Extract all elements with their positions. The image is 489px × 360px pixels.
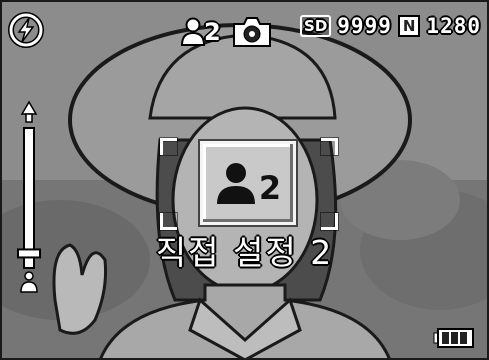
scene-mode-number: 2: [204, 18, 221, 46]
image-size: 1280: [426, 14, 481, 38]
scene-mode-indicator: 2: [180, 12, 221, 52]
zoom-tele-icon: [20, 100, 38, 123]
quality-badge: N: [397, 15, 421, 37]
scene-mode-box-number: 2: [258, 169, 282, 207]
person-icon: [180, 17, 206, 46]
auto-flash-icon: [8, 12, 44, 48]
status-bar: SD 9999 N 1280: [300, 14, 481, 38]
person-icon: [216, 163, 255, 204]
sd-card-icon: SD: [300, 15, 332, 37]
camera-lcd-screen: 2 SD 9999 N 1280 2 직접 설정 2: [0, 0, 489, 360]
zoom-wide-icon: [20, 271, 38, 293]
shots-remaining: 9999: [337, 14, 392, 38]
camera-icon: [233, 17, 271, 47]
scene-mode-selected-icon: 2: [198, 139, 298, 227]
scene-mode-label: 직접 설정 2: [155, 233, 334, 272]
battery-icon: [433, 328, 474, 348]
